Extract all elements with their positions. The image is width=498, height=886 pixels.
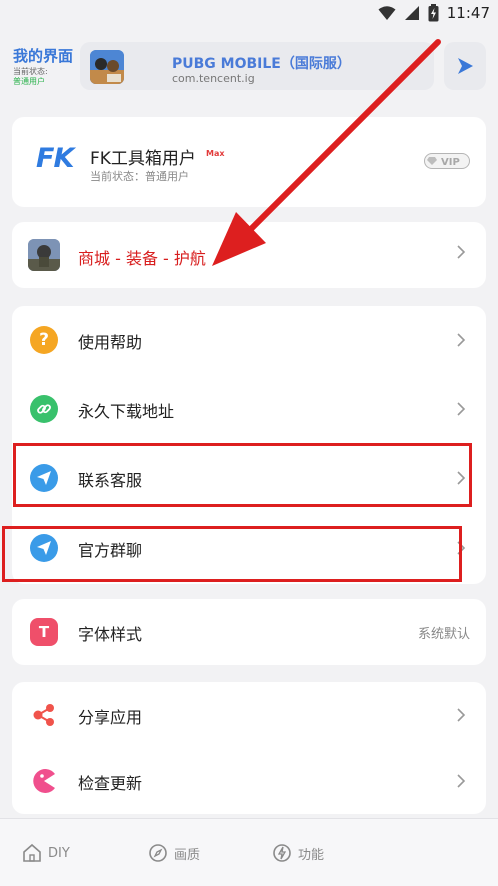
tab-quality-label: 画质	[174, 847, 201, 863]
play-icon	[458, 58, 473, 74]
menu-item-download[interactable]: 永久下载地址	[12, 379, 486, 439]
max-badge: Max	[206, 149, 225, 158]
menu-item-download-label: 永久下载地址	[78, 402, 175, 421]
shop-thumbnail	[28, 239, 60, 271]
menu-item-help[interactable]: ? 使用帮助	[12, 310, 486, 370]
menu-list: ? 使用帮助 永久下载地址 联系客服 官方群聊	[12, 306, 486, 584]
page-title: 我的界面	[13, 47, 74, 65]
header-status-value: 普通用户	[13, 77, 45, 86]
bottom-tab-bar: DIY 画质 功能	[0, 818, 498, 886]
chevron-right-icon	[457, 471, 466, 485]
font-style-value: 系统默认	[417, 627, 470, 642]
link-icon	[30, 395, 58, 423]
chevron-right-icon	[457, 333, 466, 347]
game-thumbnail	[90, 50, 124, 84]
profile-card[interactable]: FK FK工具箱用户 Max 当前状态：普通用户 VIP	[12, 117, 486, 207]
more-options-list: 分享应用 检查更新	[12, 682, 486, 814]
chevron-right-icon	[457, 708, 466, 722]
header: 我的界面 当前状态: 普通用户 PUBG MOBILE（国际服） com.ten…	[0, 38, 498, 94]
wifi-icon	[378, 6, 396, 20]
signal-icon	[404, 6, 419, 20]
menu-item-group-label: 官方群聊	[78, 541, 143, 560]
update-icon	[30, 767, 58, 795]
chevron-right-icon	[457, 541, 466, 555]
profile-name: FK工具箱用户	[90, 149, 196, 169]
menu-item-help-label: 使用帮助	[78, 333, 143, 352]
menu-item-font-label: 字体样式	[78, 625, 143, 644]
launch-game-button[interactable]	[444, 42, 486, 90]
chevron-right-icon	[457, 402, 466, 416]
tab-features-label: 功能	[298, 847, 325, 863]
profile-status: 当前状态：普通用户	[90, 170, 189, 183]
game-package: com.tencent.ig	[172, 72, 255, 85]
tab-features[interactable]: 功能	[272, 843, 324, 863]
menu-item-font[interactable]: T 字体样式 系统默认	[12, 602, 486, 662]
compass-icon	[149, 844, 167, 862]
menu-item-update-label: 检查更新	[78, 774, 143, 793]
chevron-right-icon	[457, 774, 466, 788]
tab-quality[interactable]: 画质	[148, 843, 200, 863]
status-time: 11:47	[446, 4, 490, 22]
vip-icon: VIP	[424, 153, 470, 169]
font-icon: T	[30, 618, 58, 646]
battery-icon	[428, 4, 439, 22]
status-bar: 11:47	[0, 0, 498, 30]
svg-text:VIP: VIP	[441, 157, 460, 168]
share-icon	[30, 701, 58, 729]
menu-item-contact[interactable]: 联系客服	[12, 448, 486, 508]
chevron-right-icon	[457, 245, 466, 259]
app-logo: FK	[36, 143, 74, 174]
menu-item-contact-label: 联系客服	[78, 471, 143, 490]
game-name: PUBG MOBILE（国际服）	[172, 56, 351, 72]
menu-item-share-label: 分享应用	[78, 708, 143, 727]
menu-item-group[interactable]: 官方群聊	[12, 518, 486, 578]
vip-badge: VIP	[424, 153, 470, 173]
menu-item-update[interactable]: 检查更新	[12, 751, 486, 811]
tab-diy[interactable]: DIY	[22, 843, 70, 863]
telegram-icon	[30, 534, 58, 562]
lightning-icon	[273, 844, 291, 862]
help-icon: ?	[30, 326, 58, 354]
telegram-icon	[30, 464, 58, 492]
home-icon	[23, 843, 41, 862]
status-icons: 11:47	[378, 4, 490, 22]
selected-game-card[interactable]: PUBG MOBILE（国际服） com.tencent.ig	[80, 42, 434, 90]
menu-item-share[interactable]: 分享应用	[12, 685, 486, 745]
font-style-card[interactable]: T 字体样式 系统默认	[12, 599, 486, 665]
shop-label: 商城 - 装备 - 护航	[78, 249, 206, 268]
shop-card[interactable]: 商城 - 装备 - 护航	[12, 222, 486, 288]
tab-diy-label: DIY	[48, 845, 70, 861]
